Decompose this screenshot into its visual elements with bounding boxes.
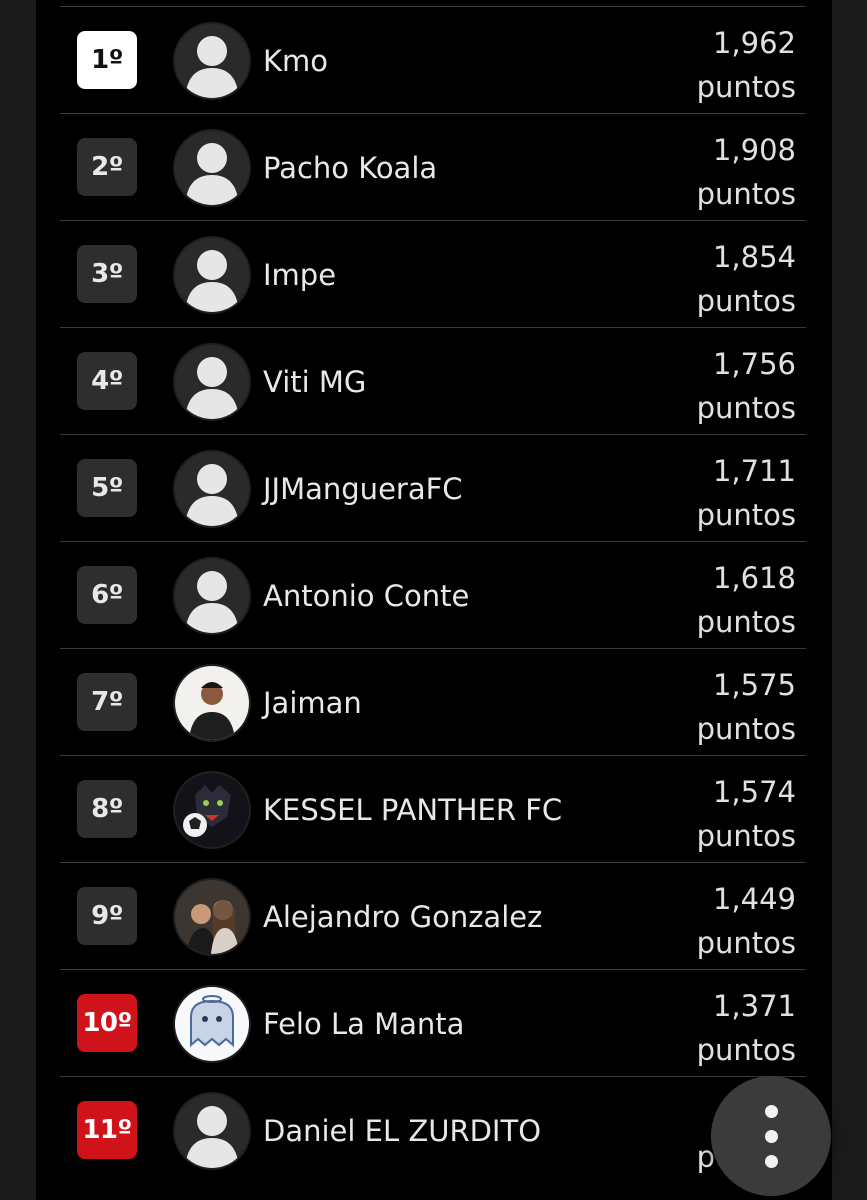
player-score: 1,575 puntos xyxy=(697,663,796,751)
leaderboard-row[interactable]: 5º JJMangueraFC 1,711 puntos xyxy=(60,434,806,541)
rank-badge: 1º xyxy=(77,31,137,89)
leaderboard-row[interactable]: 2º Pacho Koala 1,908 puntos xyxy=(60,113,806,220)
points-unit: puntos xyxy=(696,498,796,532)
couple-photo-avatar xyxy=(173,878,251,956)
player-name: Felo La Manta xyxy=(263,1006,465,1041)
player-name: Pacho Koala xyxy=(263,150,438,185)
leaderboard-row[interactable]: 4º Viti MG 1,756 puntos xyxy=(60,327,806,434)
rank-badge: 8º xyxy=(77,780,137,838)
rank-badge: 3º xyxy=(77,245,137,303)
leaderboard-row[interactable]: 1º Kmo 1,962 puntos xyxy=(60,6,806,113)
ghost-drawing-avatar xyxy=(173,985,251,1063)
leaderboard-list: 1º Kmo 1,962 puntos 2º Pacho Koala 1,908 puntos… xyxy=(60,6,806,1183)
rank-badge: 9º xyxy=(77,887,137,945)
panther-logo-avatar xyxy=(173,771,251,849)
leaderboard-panel: 1º Kmo 1,962 puntos 2º Pacho Koala 1,908 puntos… xyxy=(36,0,832,1200)
player-score: 1,854 puntos xyxy=(697,235,796,323)
points-value: 1,711 xyxy=(712,454,796,488)
player-score: 1,756 puntos xyxy=(697,342,796,430)
rank-badge: 10º xyxy=(77,994,137,1052)
points-unit: puntos xyxy=(696,819,796,853)
player-score: 1,618 puntos xyxy=(697,556,796,644)
player-score: 1,449 puntos xyxy=(697,877,796,965)
rank-badge: 7º xyxy=(77,673,137,731)
rank-badge: 11º xyxy=(77,1101,137,1159)
points-value: 1,756 xyxy=(712,347,796,381)
rank-badge: 2º xyxy=(77,138,137,196)
player-name: JJMangueraFC xyxy=(263,471,463,506)
player-name: Antonio Conte xyxy=(263,578,470,613)
default-avatar-icon xyxy=(173,450,251,528)
default-avatar-icon xyxy=(173,557,251,635)
rank-badge: 6º xyxy=(77,566,137,624)
player-name: Alejandro Gonzalez xyxy=(263,899,543,934)
rank-badge: 4º xyxy=(77,352,137,410)
points-unit: puntos xyxy=(696,1033,796,1067)
leaderboard-row[interactable]: 9º Alejandro Gonzalez 1,449 puntos xyxy=(60,862,806,969)
player-name: Impe xyxy=(263,257,337,292)
default-avatar-icon xyxy=(173,129,251,207)
points-value: 1,854 xyxy=(712,240,796,274)
user-photo-avatar xyxy=(173,664,251,742)
player-score: 1,574 puntos xyxy=(697,770,796,858)
points-value: 1,618 xyxy=(712,561,796,595)
points-value: 1,908 xyxy=(712,133,796,167)
default-avatar-icon xyxy=(173,1092,251,1170)
default-avatar-icon xyxy=(173,343,251,421)
points-unit: puntos xyxy=(696,605,796,639)
default-avatar-icon xyxy=(173,236,251,314)
player-name: Daniel EL ZURDITO xyxy=(263,1113,542,1148)
points-value: 1,449 xyxy=(712,882,796,916)
player-score: 1,711 puntos xyxy=(697,449,796,537)
points-unit: puntos xyxy=(696,391,796,425)
leaderboard-row[interactable]: 3º Impe 1,854 puntos xyxy=(60,220,806,327)
more-vertical-icon-dot xyxy=(764,1129,778,1143)
points-unit: puntos xyxy=(696,284,796,318)
more-vertical-icon xyxy=(764,1104,778,1118)
points-value: 1,371 xyxy=(712,989,796,1023)
more-vertical-icon-dot xyxy=(764,1154,778,1168)
player-score: 1,371 puntos xyxy=(697,984,796,1072)
leaderboard-row[interactable]: 7º Jaiman 1,575 puntos xyxy=(60,648,806,755)
player-name: Kmo xyxy=(263,43,329,78)
leaderboard-row[interactable]: 10º Felo La Manta 1,371 puntos xyxy=(60,969,806,1076)
player-score: 1,962 puntos xyxy=(697,21,796,109)
player-name: Jaiman xyxy=(263,685,362,720)
default-avatar-icon xyxy=(173,22,251,100)
points-value: 1,575 xyxy=(712,668,796,702)
points-unit: puntos xyxy=(696,177,796,211)
points-unit: puntos xyxy=(696,712,796,746)
leaderboard-row[interactable]: 11ºDaniel EL ZURDITO puntos xyxy=(60,1076,806,1183)
player-name: Viti MG xyxy=(263,364,367,399)
points-unit: puntos xyxy=(696,70,796,104)
leaderboard-row[interactable]: 8º KESSEL PANTHER FC 1,574 puntos xyxy=(60,755,806,862)
points-value: 1,574 xyxy=(712,775,796,809)
points-value: 1,962 xyxy=(712,26,796,60)
player-name: KESSEL PANTHER FC xyxy=(263,792,563,827)
leaderboard-row[interactable]: 6º Antonio Conte 1,618 puntos xyxy=(60,541,806,648)
rank-badge: 5º xyxy=(77,459,137,517)
player-score: 1,908 puntos xyxy=(697,128,796,216)
more-options-button[interactable] xyxy=(711,1076,831,1196)
points-unit: puntos xyxy=(696,926,796,960)
